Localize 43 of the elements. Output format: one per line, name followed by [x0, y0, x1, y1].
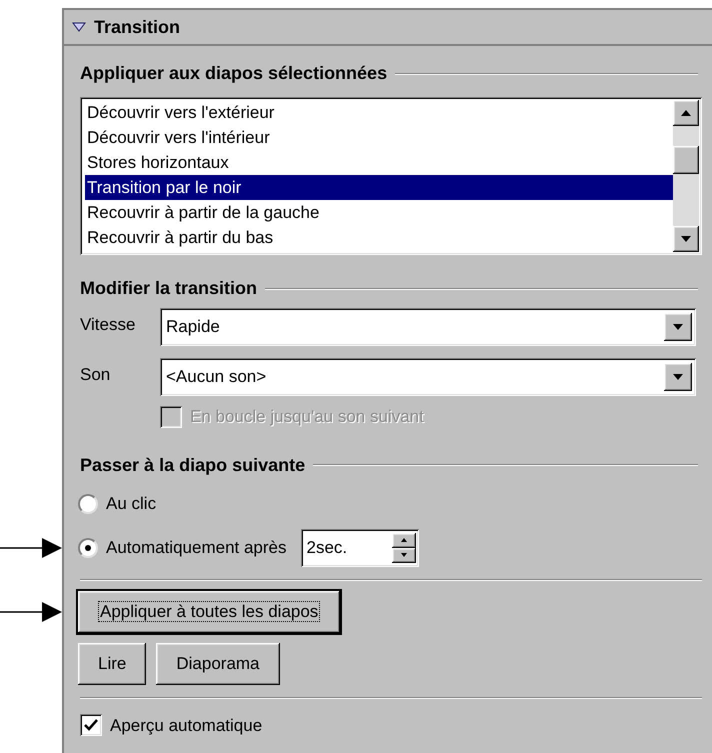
checkmark-icon: [84, 719, 98, 732]
checkbox-label: Aperçu automatique: [110, 714, 262, 737]
spinner-field[interactable]: 2sec.: [300, 528, 418, 566]
field-label: Son: [80, 364, 112, 386]
down-triangle-icon: [673, 374, 683, 380]
down-triangle-icon: [681, 236, 691, 242]
radio-button[interactable]: [78, 538, 98, 558]
list-item[interactable]: Stores horizontaux: [85, 150, 673, 175]
section-heading: Passer à la diapo suivante: [80, 454, 306, 477]
arrow-icon: [0, 536, 62, 558]
scroll-thumb[interactable]: [673, 146, 699, 174]
radio-label: Automatiquement après: [106, 536, 286, 559]
pane-header[interactable]: Transition: [64, 10, 712, 46]
down-triangle-icon: [400, 553, 406, 557]
scrollbar[interactable]: [673, 100, 699, 252]
list-item[interactable]: Recouvrir à partir du bas: [85, 225, 673, 250]
down-triangle-icon: [673, 324, 683, 330]
scroll-up-button[interactable]: [673, 100, 699, 126]
arrow-icon: [0, 600, 62, 622]
up-triangle-icon: [400, 538, 406, 542]
spin-up-button[interactable]: [392, 532, 416, 548]
radio-label: Au clic: [106, 492, 156, 515]
dropdown[interactable]: <Aucun son>: [160, 358, 696, 396]
list-item[interactable]: Recouvrir à partir de la gauche: [85, 200, 673, 225]
spin-down-button[interactable]: [392, 548, 416, 562]
pane-title: Transition: [94, 16, 180, 38]
checkbox-label: En boucle jusqu'au son suivant: [190, 406, 424, 428]
action-button[interactable]: Appliquer à toutes les diapos: [78, 590, 340, 632]
list-item[interactable]: Transition par le noir: [85, 175, 673, 200]
list-item[interactable]: Découvrir vers l'extérieur: [85, 100, 673, 125]
scroll-down-button[interactable]: [673, 226, 699, 252]
section-heading: Modifier la transition: [80, 277, 258, 300]
checkbox[interactable]: [80, 714, 102, 736]
action-button[interactable]: Diaporama: [156, 642, 280, 684]
up-triangle-icon: [681, 110, 691, 116]
dropdown-button[interactable]: [664, 363, 692, 391]
radio-button[interactable]: [78, 494, 98, 514]
action-button[interactable]: Lire: [78, 642, 146, 684]
field-label: Vitesse: [80, 314, 136, 336]
dropdown[interactable]: Rapide: [160, 308, 696, 346]
dropdown-button[interactable]: [664, 313, 692, 341]
list-item[interactable]: Découvrir vers l'intérieur: [85, 125, 673, 150]
section-heading: Appliquer aux diapos sélectionnées: [80, 62, 388, 85]
